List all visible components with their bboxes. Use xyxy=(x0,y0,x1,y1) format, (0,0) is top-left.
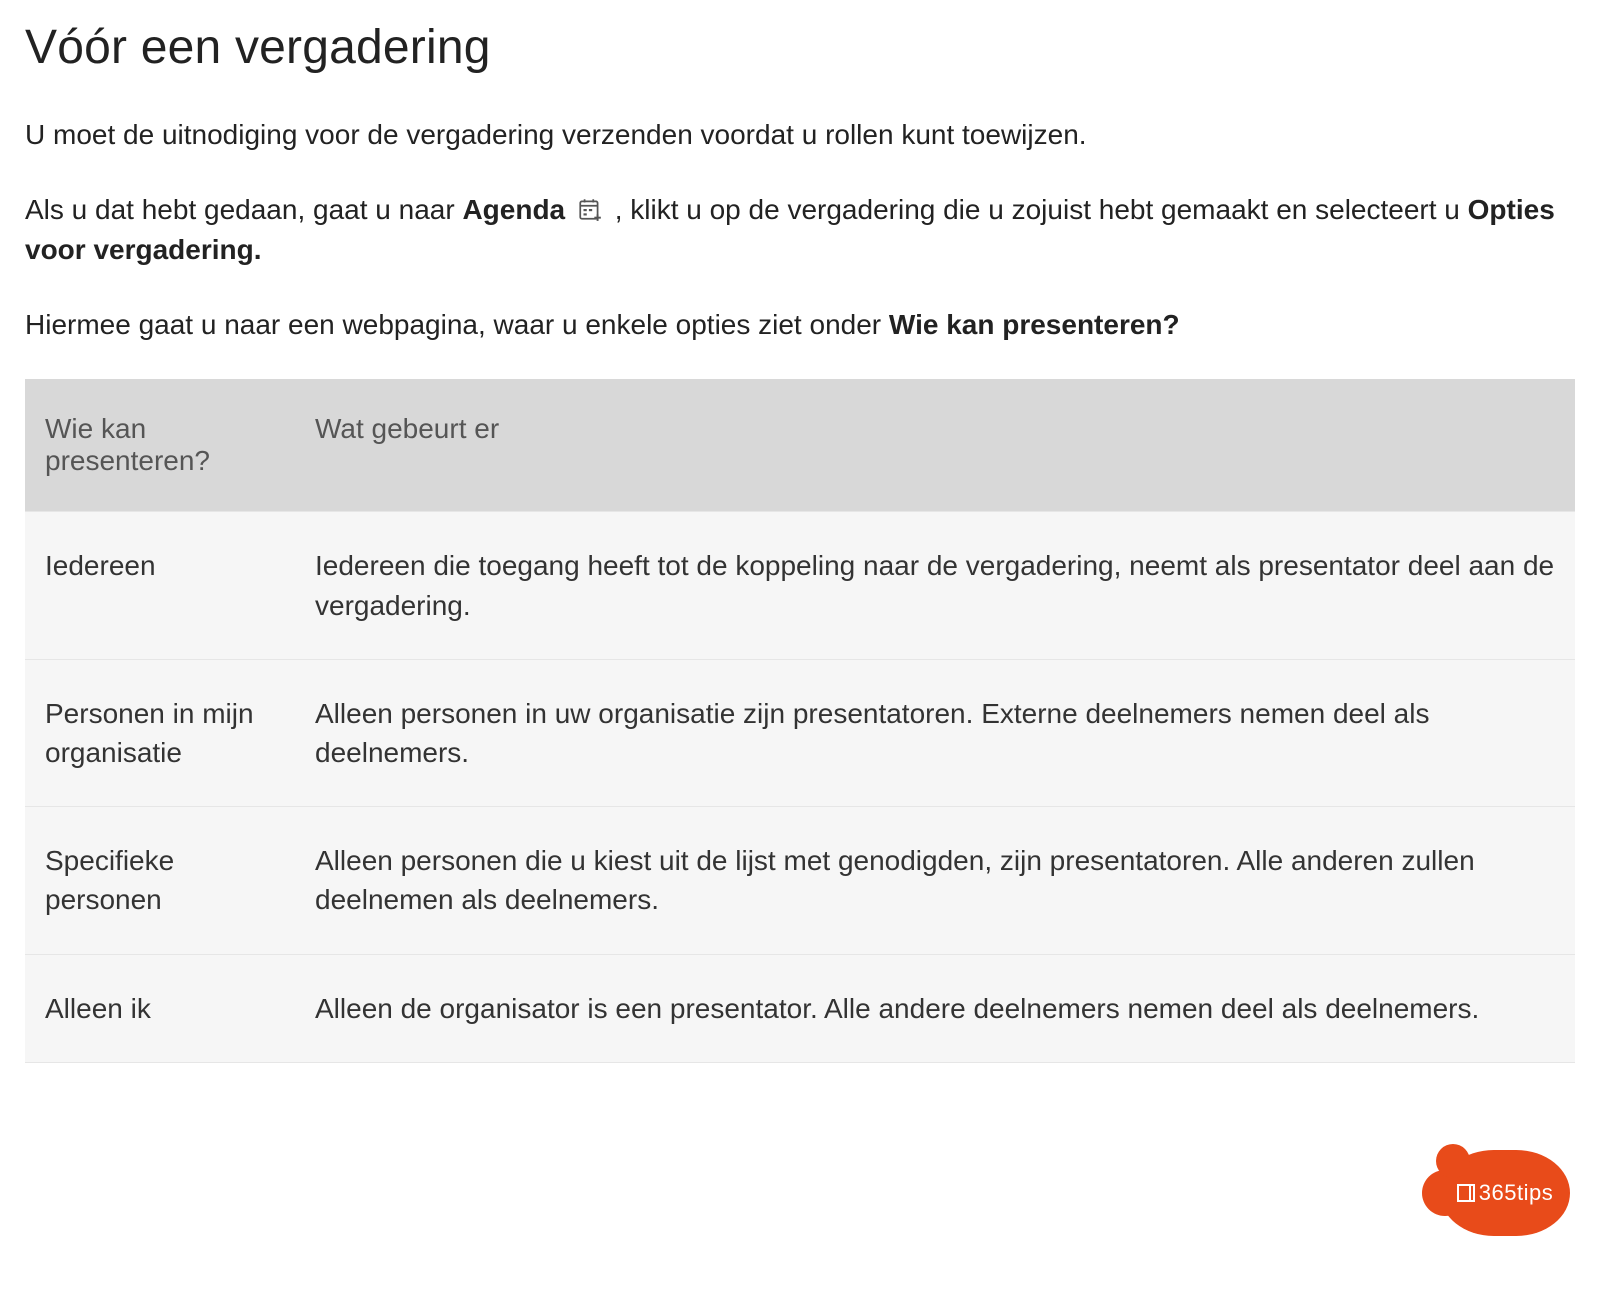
table-row: Personen in mijn organisatie Alleen pers… xyxy=(25,659,1575,806)
p2-bold-agenda: Agenda xyxy=(462,194,565,225)
table-row: Alleen ik Alleen de organisator is een p… xyxy=(25,954,1575,1062)
p2-text-pre: Als u dat hebt gedaan, gaat u naar xyxy=(25,194,462,225)
cell-what: Iedereen die toegang heeft tot de koppel… xyxy=(295,512,1575,659)
p2-text-mid: , klikt u op de vergadering die u zojuis… xyxy=(607,194,1468,225)
p3-bold-wiekan: Wie kan presenteren? xyxy=(889,309,1180,340)
cell-who: Iedereen xyxy=(25,512,295,659)
intro-paragraph-3: Hiermee gaat u naar een webpagina, waar … xyxy=(25,305,1575,346)
table-row: Specifieke personen Alleen personen die … xyxy=(25,807,1575,954)
intro-paragraph-2: Als u dat hebt gedaan, gaat u naar Agend… xyxy=(25,190,1575,271)
table-row: Iedereen Iedereen die toegang heeft tot … xyxy=(25,512,1575,659)
p3-text-pre: Hiermee gaat u naar een webpagina, waar … xyxy=(25,309,889,340)
site-badge-365tips[interactable]: 365tips xyxy=(1440,1150,1570,1236)
cell-who: Personen in mijn organisatie xyxy=(25,659,295,806)
office-logo-icon xyxy=(1457,1184,1475,1202)
cell-who: Alleen ik xyxy=(25,954,295,1062)
table-header-who: Wie kan presenteren? xyxy=(25,379,295,512)
cell-what: Alleen personen in uw organisatie zijn p… xyxy=(295,659,1575,806)
presenter-options-table: Wie kan presenteren? Wat gebeurt er Iede… xyxy=(25,379,1575,1062)
page-title: Vóór een vergadering xyxy=(25,20,1575,75)
badge-label: 365tips xyxy=(1479,1180,1553,1206)
intro-paragraph-1: U moet de uitnodiging voor de vergaderin… xyxy=(25,115,1575,156)
cell-what: Alleen personen die u kiest uit de lijst… xyxy=(295,807,1575,954)
cell-who: Specifieke personen xyxy=(25,807,295,954)
table-header-what: Wat gebeurt er xyxy=(295,379,1575,512)
calendar-add-icon xyxy=(577,196,603,222)
cell-what: Alleen de organisator is een presentator… xyxy=(295,954,1575,1062)
